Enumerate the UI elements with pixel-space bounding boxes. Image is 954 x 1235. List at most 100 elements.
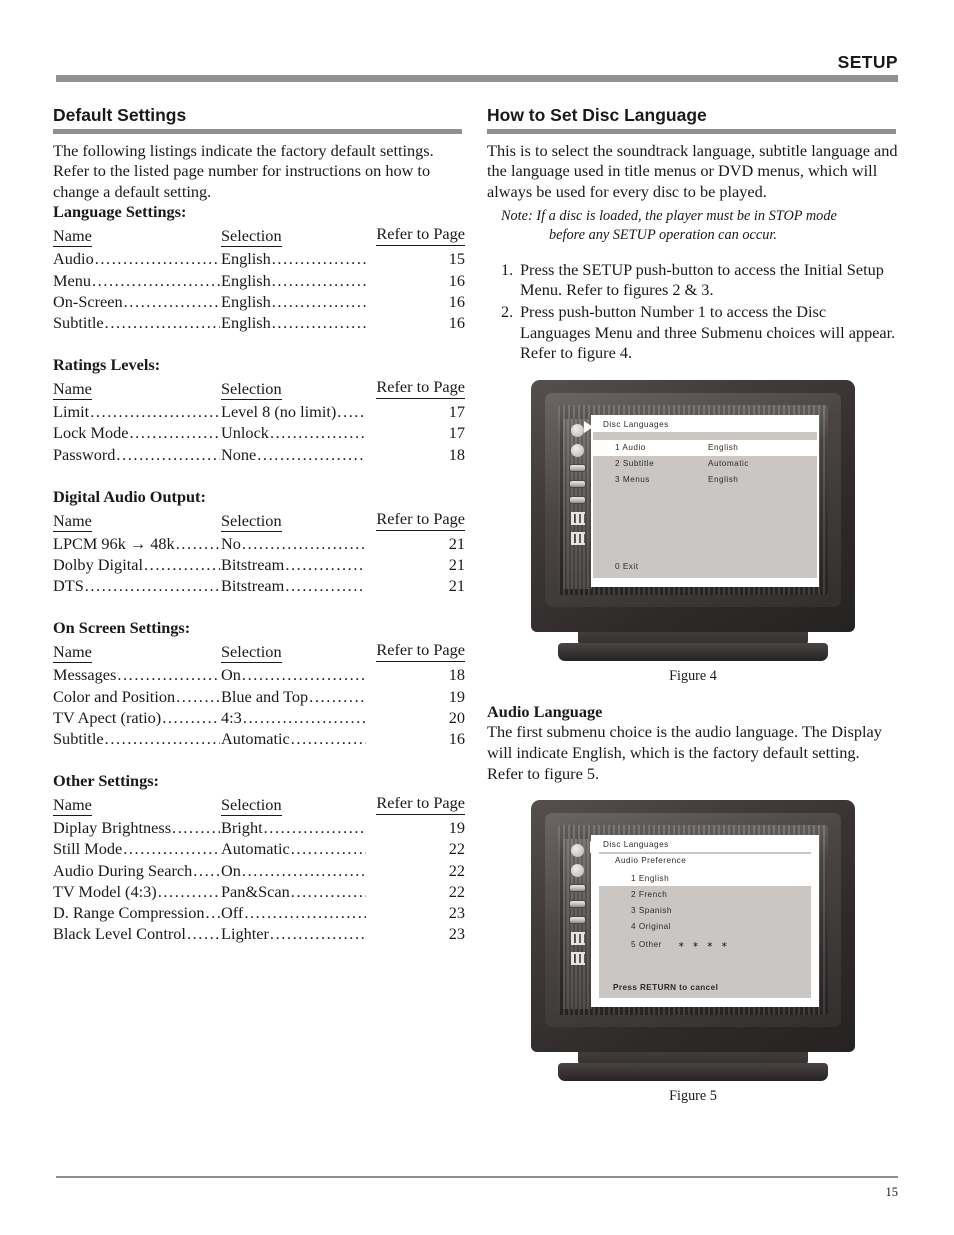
setting-selection-cell: Blue and Top	[221, 686, 367, 707]
step-number: 1.	[501, 259, 514, 279]
osd-title-5: Disc Languages	[593, 837, 817, 853]
column-header-label: Refer to Page	[376, 639, 465, 663]
setting-name-cell: Password	[53, 444, 221, 465]
setting-selection: English	[221, 313, 271, 333]
setting-page-number: 22	[448, 860, 465, 880]
setting-name: On-Screen	[53, 291, 123, 311]
setting-name: Audio During Search	[53, 860, 193, 880]
setting-selection: On	[221, 665, 241, 685]
tv-body: Disc Languages 1 Audio English 2 Subtitle A…	[531, 379, 855, 632]
figure-5-caption: Figure 5	[669, 1088, 717, 1105]
osd-menu-row[interactable]: 3 Menus English	[593, 471, 817, 487]
settings-table-title: Language Settings:	[53, 202, 187, 222]
setting-name: DTS	[53, 576, 84, 596]
osd-option-row[interactable]: 2 French	[599, 886, 811, 902]
column-header-label: Selection	[221, 226, 282, 248]
dot-leader	[92, 270, 220, 291]
setting-selection: On	[221, 860, 241, 880]
settings-tables: Language Settings: Name Selection Refer to …	[53, 202, 465, 944]
disc-circle-icon	[571, 423, 584, 437]
film-bars-icon	[570, 952, 585, 966]
osd-submenu-title: Audio Preference	[599, 854, 811, 871]
column-header-label: Refer to Page	[376, 223, 465, 247]
dot-leader	[158, 881, 220, 902]
setting-selection-cell: On	[221, 860, 367, 881]
setting-name-cell: Diplay Brightness	[53, 817, 221, 838]
header-rule	[56, 75, 898, 82]
dot-leader	[130, 422, 220, 443]
table-row: Color and Position Blue and Top 19	[53, 686, 465, 707]
dot-leader	[124, 291, 220, 312]
table-header-row: Name Selection Refer to Page	[53, 792, 465, 817]
column-header-label: Selection	[221, 510, 282, 532]
column-header-label: Name	[53, 226, 92, 248]
setting-selection-cell: No	[221, 533, 367, 554]
column-header-label: Refer to Page	[376, 508, 465, 531]
disc-circle-icon	[571, 844, 584, 858]
setting-page-number: 15	[448, 249, 465, 269]
setting-selection: 4:3	[221, 707, 242, 727]
setting-selection-cell: Bitstream	[221, 575, 367, 596]
setting-name: Limit	[53, 402, 90, 422]
dot-leader	[176, 686, 220, 707]
setting-selection: Bright	[221, 818, 263, 838]
column-header-name: Name	[53, 639, 221, 664]
page-number: 15	[885, 1185, 899, 1199]
table-row: DTS Bitstream 21	[53, 575, 465, 596]
setting-name-cell: Subtitle	[53, 312, 221, 333]
column-header-page: Refer to Page	[367, 376, 465, 401]
dot-leader	[242, 533, 366, 554]
setting-name: Subtitle	[53, 313, 104, 333]
osd-option-row[interactable]: 4 Original	[599, 919, 811, 935]
setting-selection-cell: None	[221, 444, 367, 465]
setting-selection-cell: Level 8 (no limit)	[221, 401, 367, 422]
setting-name: Black Level Control	[53, 924, 186, 944]
left-intro-paragraph: The following listings indicate the fact…	[53, 140, 434, 201]
step-text: Press push-button Number 1 to access the…	[520, 302, 896, 363]
table-row: TV Model (4:3) Pan&Scan 22	[53, 881, 465, 902]
table-row: Subtitle Automatic 16	[53, 728, 465, 749]
setting-name: D. Range Compression	[53, 903, 205, 923]
capsule-icon	[569, 479, 586, 488]
osd-option-row[interactable]: 5 Other ∗ ∗ ∗ ∗	[599, 935, 811, 952]
osd-row-value: English	[708, 443, 739, 453]
step-number: 2.	[501, 302, 514, 321]
setting-page-number: 17	[448, 423, 465, 443]
setting-selection: Lighter	[221, 924, 269, 944]
setting-name-cell: Audio During Search	[53, 860, 221, 881]
setting-name-cell: On-Screen	[53, 291, 221, 312]
dot-leader	[243, 707, 366, 728]
settings-table-block: On Screen Settings: Name Selection Refer to…	[53, 618, 465, 749]
dot-leader	[116, 444, 220, 465]
osd-option-row[interactable]: 3 Spanish	[599, 903, 811, 919]
column-header-selection: Selection	[221, 639, 367, 664]
osd-option-row[interactable]: 1 English	[599, 870, 811, 887]
osd-menu-row[interactable]: 2 Subtitle Automatic	[593, 456, 817, 472]
osd-row-key: 1 Audio	[615, 443, 646, 453]
setting-name-cell: DTS	[53, 575, 221, 596]
dot-leader	[270, 923, 366, 944]
osd-row-key: 3 Menus	[615, 474, 650, 484]
setting-selection-cell: 4:3	[221, 707, 367, 728]
settings-table: Name Selection Refer to Page Audio English 15…	[53, 223, 465, 333]
setting-name: Color and Position	[53, 686, 176, 706]
setting-page-number: 21	[448, 576, 465, 596]
dot-leader	[291, 838, 366, 859]
dot-leader	[272, 248, 366, 269]
tv-base	[558, 642, 828, 661]
dot-leader	[242, 664, 366, 685]
setting-name-cell: Dolby Digital	[53, 554, 221, 575]
table-row: Password None 18	[53, 444, 465, 465]
instruction-step: 1. Press the SETUP push-button to access …	[487, 260, 899, 301]
left-section-heading: Default Settings	[53, 105, 187, 125]
setting-name-cell: Still Mode	[53, 838, 221, 859]
osd-menu-row[interactable]: 1 Audio English	[593, 439, 817, 456]
setting-selection-cell: Bright	[221, 817, 367, 838]
table-row: Black Level Control Lighter 23	[53, 923, 465, 944]
film-bars-icon	[570, 511, 585, 525]
audio-language-paragraph: The first submenu choice is the audio la…	[487, 722, 882, 783]
setting-name: Lock Mode	[53, 423, 129, 443]
setting-page-number: 18	[448, 665, 465, 685]
table-row: Audio During Search On 22	[53, 860, 465, 881]
column-header-name: Name	[53, 508, 221, 533]
